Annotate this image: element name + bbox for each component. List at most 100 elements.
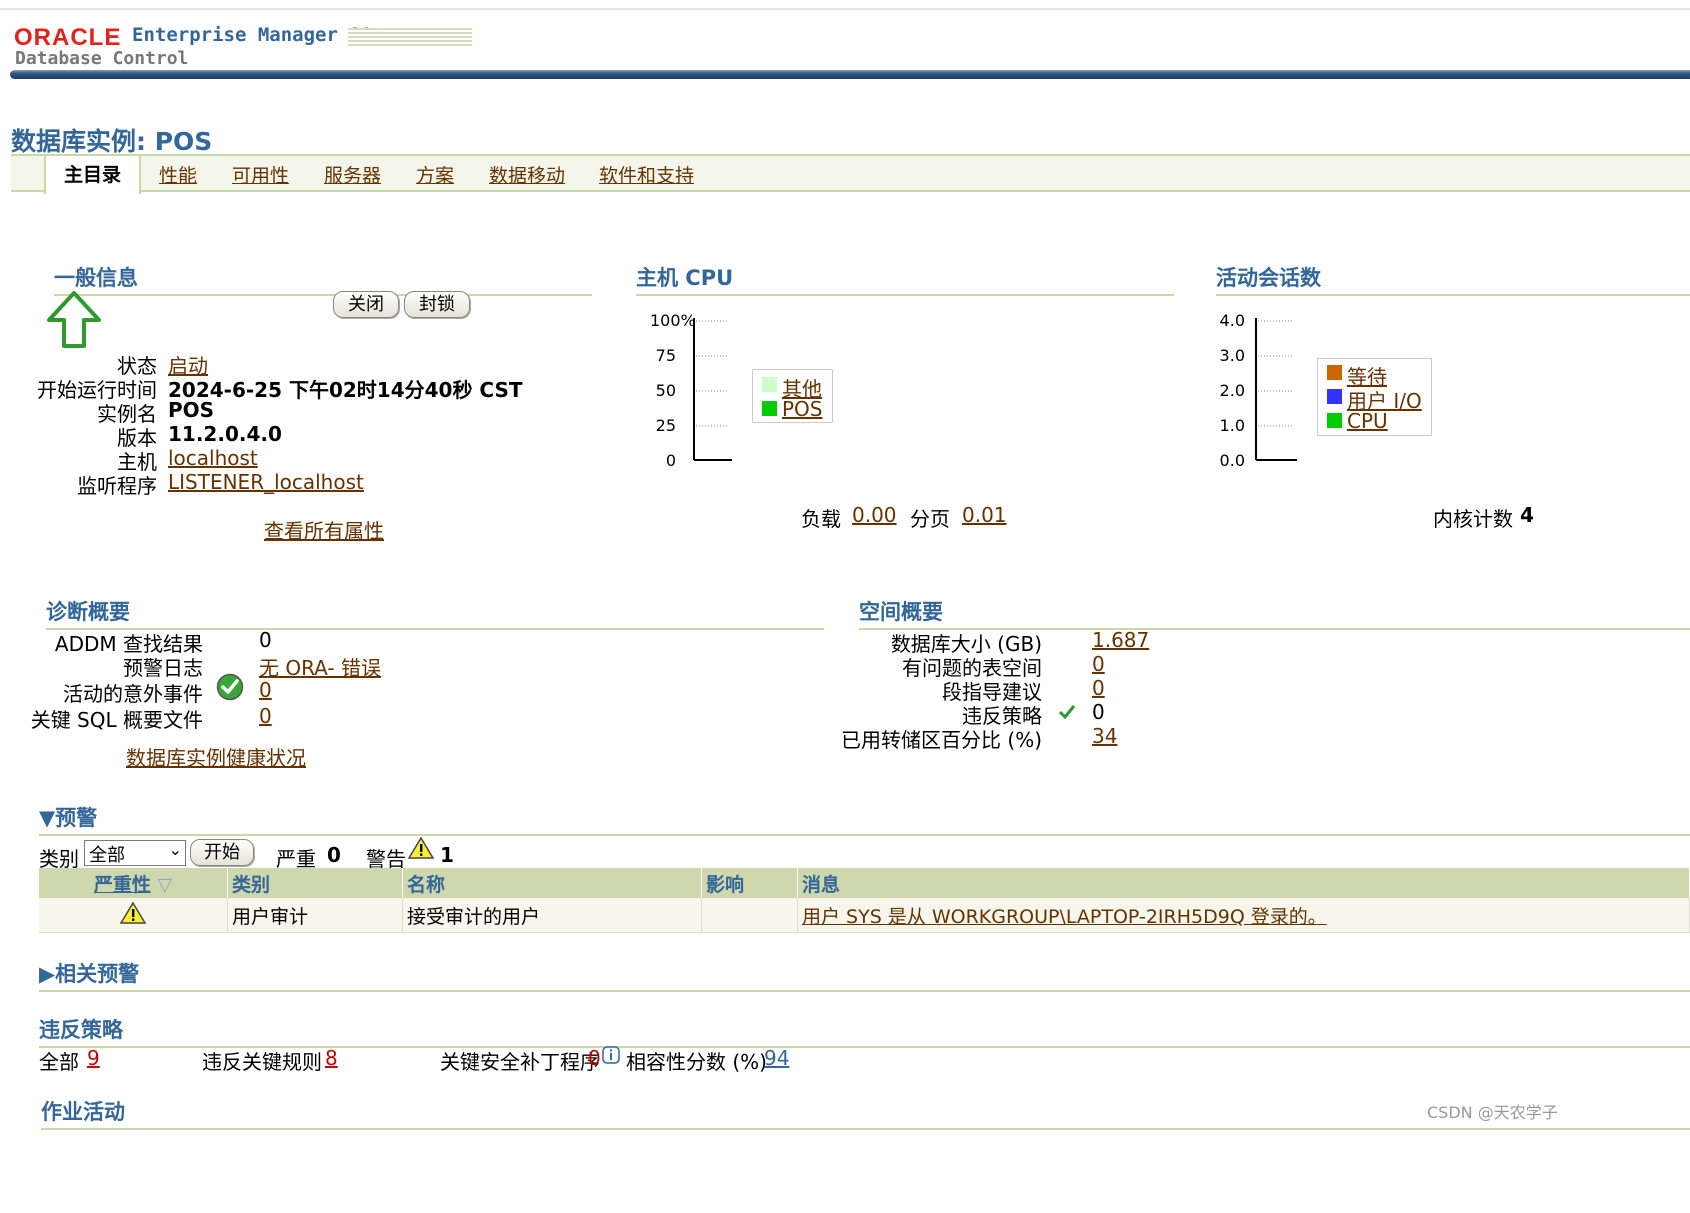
segment-advisor-link[interactable]: 0 [1092,676,1105,700]
collapse-triangle-icon: ▼ [39,806,56,830]
cores-label: 内核计数 [1433,507,1513,531]
severity-cell [39,898,228,933]
related-alerts-header[interactable]: ▶相关预警 [39,958,1690,992]
sessions-tick-0: 0.0 [1219,451,1245,470]
listener-link[interactable]: LISTENER_localhost [168,470,364,494]
cpu-tick-0: 0 [665,451,676,470]
sessions-tick-2: 2.0 [1219,381,1245,400]
product-name: Enterprise Manager 11g [132,24,384,46]
col-impact: 影响 [701,868,798,898]
table-row: 用户审计 接受审计的用户 用户 SYS 是从 WORKGROUP\LAPTOP-… [39,898,1690,933]
db-size-link[interactable]: 1.687 [1092,628,1149,652]
chevron-down-icon: ⌄ [168,840,182,859]
legend-swatch-pos [762,401,777,416]
top-border [0,8,1690,10]
message-link[interactable]: 用户 SYS 是从 WORKGROUP\LAPTOP-2IRH5D9Q 登录的。 [802,906,1327,928]
load-value-link[interactable]: 0.00 [852,503,897,527]
cpu-title: 主机 CPU [636,262,1174,296]
load-label: 负载 [801,507,841,531]
legend-swatch-other [762,377,777,392]
diagnostics-title: 诊断概要 [46,596,824,630]
category-select[interactable]: 全部 ⌄ [84,840,186,866]
related-alerts-title: 相关预警 [55,962,140,986]
tab-home[interactable]: 主目录 [44,154,141,194]
instance-name-value: POS [168,398,215,422]
tab-server[interactable]: 服务器 [324,161,381,188]
cpu-tick-75: 75 [655,346,676,365]
col-category: 类别 [227,868,403,898]
legend-pos-link[interactable]: POS [782,397,823,421]
dump-area-link[interactable]: 34 [1092,724,1117,748]
col-severity[interactable]: 严重性 ▽ [39,868,228,898]
alerts-header-row: 严重性 ▽ 类别 名称 影响 消息 [39,868,1690,898]
warning-icon [407,836,435,865]
brand-decoration [348,28,472,46]
tab-performance[interactable]: 性能 [159,161,197,188]
space-title: 空间概要 [859,596,1690,630]
name-cell: 接受审计的用户 [402,898,702,933]
general-title: 一般信息 [54,262,592,296]
legend-cpu-link[interactable]: CPU [1347,409,1388,433]
critical-rules-link[interactable]: 8 [325,1046,338,1070]
tab-software-support[interactable]: 软件和支持 [599,161,694,188]
security-patches-value: 0 [588,1046,601,1070]
incidents-link[interactable]: 0 [259,678,272,702]
paging-value-link[interactable]: 0.01 [962,503,1007,527]
info-icon[interactable] [602,1045,620,1069]
incidents-label: 活动的意外事件 [63,682,203,706]
go-button[interactable]: 开始 [190,839,254,866]
start-time-value: 2024-6-25 下午02时14分40秒 CST [168,378,523,402]
critical-count: 0 [327,843,341,867]
header-bar [10,70,1690,79]
page-title: 数据库实例: POS [11,127,213,156]
tab-data-movement[interactable]: 数据移动 [489,161,565,188]
policy-all-link[interactable]: 9 [87,1046,100,1070]
alerts-section-header[interactable]: ▼预警 [39,802,1690,836]
status-up-arrow-icon [46,290,102,355]
blackout-button[interactable]: 封锁 [404,291,470,318]
cpu-tick-25: 25 [655,416,676,435]
cpu-tick-100: 100% [650,311,696,330]
warning-icon [119,901,147,924]
policy-violations-value: 0 [1092,700,1105,724]
version-value: 11.2.0.4.0 [168,422,282,446]
expand-triangle-icon: ▶ [39,962,56,986]
host-link[interactable]: localhost [168,446,258,470]
warning-count: 1 [440,843,454,867]
sql-profiles-link[interactable]: 0 [259,704,272,728]
product-subtitle: Database Control [15,48,189,69]
instance-health-link[interactable]: 数据库实例健康状况 [126,742,306,771]
compliance-label: 相容性分数 (%) [626,1050,767,1074]
green-check-icon [1058,702,1076,726]
addm-value: 0 [259,628,272,652]
compliance-link[interactable]: 94 [764,1046,789,1070]
sql-profiles-label: 关键 SQL 概要文件 [30,708,203,732]
col-message: 消息 [797,868,1690,898]
category-cell: 用户审计 [227,898,403,933]
policy-title: 违反策略 [39,1014,1690,1048]
policy-all-label: 全部 [39,1050,79,1074]
shutdown-button[interactable]: 关闭 [333,291,399,318]
message-cell[interactable]: 用户 SYS 是从 WORKGROUP\LAPTOP-2IRH5D9Q 登录的。 [797,898,1690,933]
success-check-icon [216,673,244,706]
listener-label: 监听程序 [77,474,157,498]
cpu-tick-50: 50 [655,381,676,400]
tab-availability[interactable]: 可用性 [232,161,289,188]
tab-schema[interactable]: 方案 [416,161,454,188]
category-select-value: 全部 [89,845,125,866]
impact-cell [701,898,798,933]
cpu-chart-axes [693,318,732,461]
critical-rules-label: 违反关键规则 [202,1050,322,1074]
sort-desc-icon: ▽ [157,873,173,896]
alert-log-label: 预警日志 [123,656,203,680]
legend-swatch-userio [1327,389,1342,404]
legend-swatch-wait [1327,365,1342,380]
sessions-title: 活动会话数 [1216,262,1690,296]
problem-tablespaces-link[interactable]: 0 [1092,652,1105,676]
col-name: 名称 [402,868,702,898]
sessions-tick-3: 3.0 [1219,346,1245,365]
cores-value: 4 [1520,503,1534,527]
alert-log-link[interactable]: 无 ORA- 错误 [259,652,381,681]
view-all-properties-link[interactable]: 查看所有属性 [264,515,384,544]
watermark: CSDN @天农学子 [1427,1103,1558,1122]
